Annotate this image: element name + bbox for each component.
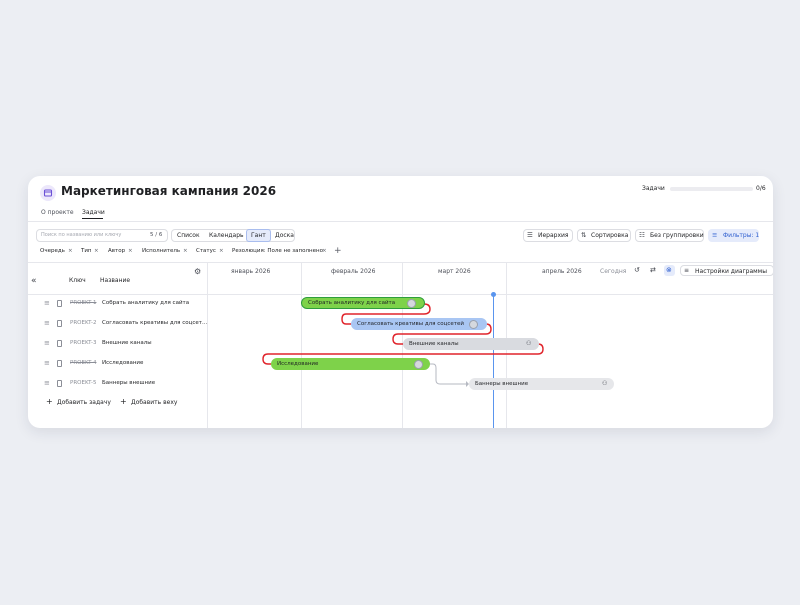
person-icon: ⚇ — [602, 380, 608, 387]
avatar — [414, 359, 423, 369]
project-card: Маркетинговая кампания 2026 Задачи 0/6 О… — [28, 176, 773, 428]
person-icon: ⚇ — [526, 340, 532, 347]
avatar — [407, 298, 416, 308]
dependency-link — [429, 363, 466, 385]
gantt-bar-label: Внешние каналы — [409, 341, 459, 347]
avatar — [469, 319, 478, 329]
gantt-bar-label: Согласовать креативы для соцсетей — [357, 321, 464, 327]
gantt-bar-label: Собрать аналитику для сайта — [308, 300, 396, 306]
gantt-bar-label: Исследование — [277, 361, 319, 367]
gantt-bar-label: Баннеры внешние — [475, 381, 529, 387]
